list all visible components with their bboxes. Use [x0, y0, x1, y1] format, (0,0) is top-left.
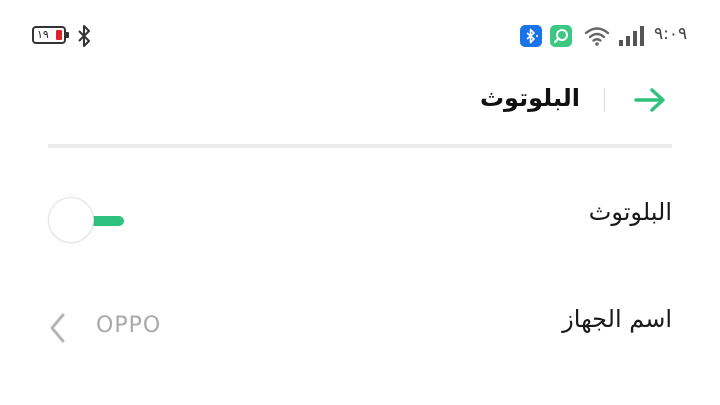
bluetooth-settings-screen: ١٩ ٩:٠٩ البلوتوث البلوتوث اسم الجهاز OPP… [0, 0, 720, 405]
battery-level: ١٩ [37, 28, 49, 41]
arrow-right-icon [634, 88, 665, 112]
bluetooth-toggle[interactable] [48, 196, 128, 246]
battery-icon: ١٩ [32, 26, 69, 44]
status-bar: ١٩ ٩:٠٩ [0, 0, 720, 70]
device-name-row[interactable]: اسم الجهاز OPPO [48, 287, 672, 367]
app-notification-icon [550, 25, 572, 47]
header: البلوتوث [0, 70, 720, 140]
back-button[interactable] [630, 85, 670, 115]
device-name-value: OPPO [96, 313, 162, 338]
battery-fill [56, 30, 62, 40]
bluetooth-icon [78, 25, 90, 47]
chevron-left-icon [50, 313, 65, 343]
bluetooth-label: البلوتوث [588, 198, 672, 226]
bluetooth-toggle-row[interactable]: البلوتوث [48, 180, 672, 260]
device-name-label: اسم الجهاز [562, 305, 672, 333]
header-divider [604, 88, 605, 112]
page-title: البلوتوث [479, 84, 580, 112]
wifi-icon [584, 27, 610, 46]
header-rule [48, 144, 672, 148]
bluetooth-notification-icon [520, 25, 542, 47]
signal-icon [619, 26, 644, 46]
status-clock: ٩:٠٩ [654, 24, 688, 44]
toggle-knob [48, 197, 94, 243]
